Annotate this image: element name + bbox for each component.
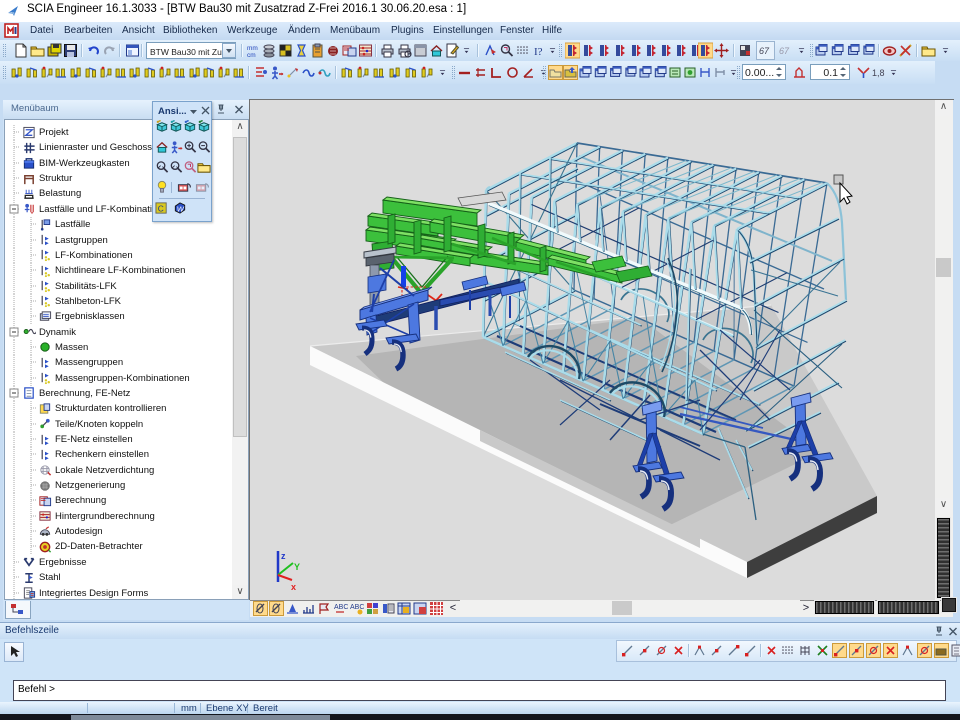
- svg-text:mm: mm: [247, 45, 258, 52]
- svg-text:Y: Y: [294, 562, 300, 572]
- svg-text:ABC: ABC: [350, 604, 364, 611]
- svg-text:I?: I?: [534, 46, 543, 58]
- svg-text:W: W: [177, 204, 185, 213]
- svg-text:67: 67: [759, 46, 770, 56]
- svg-text:x: x: [291, 582, 296, 592]
- svg-text:z: z: [281, 551, 286, 561]
- svg-text:67: 67: [779, 46, 790, 56]
- svg-text:1,8: 1,8: [872, 68, 885, 78]
- svg-text:C: C: [158, 203, 164, 213]
- svg-text:cm: cm: [247, 52, 256, 58]
- svg-text:ABC: ABC: [334, 604, 348, 611]
